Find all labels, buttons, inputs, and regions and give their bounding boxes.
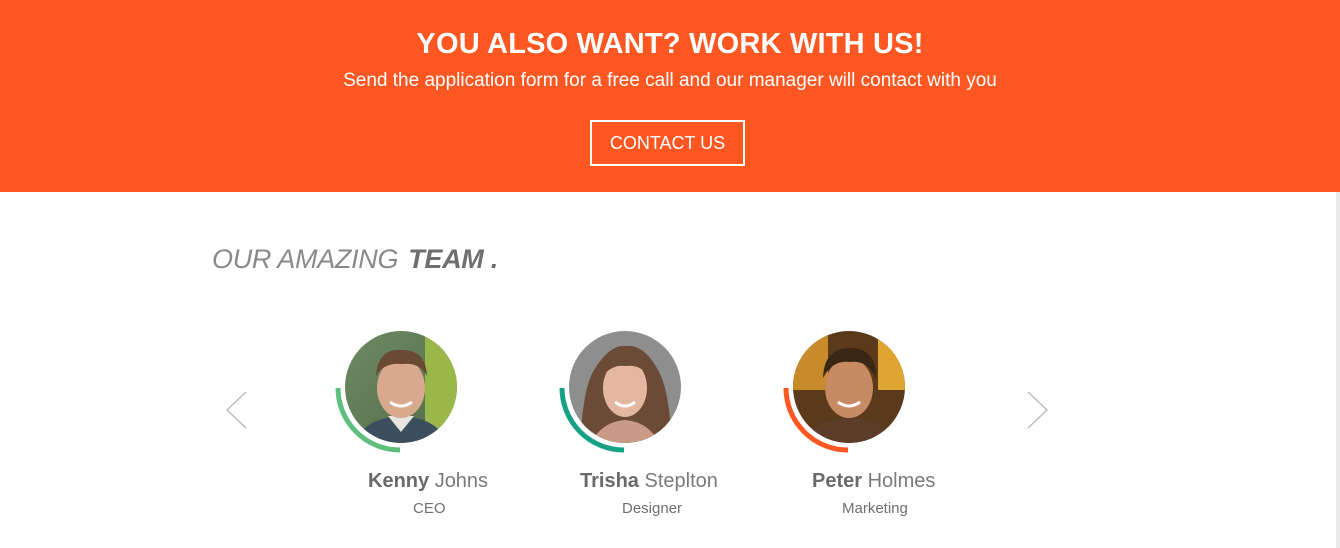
member-first-name: Trisha: [580, 470, 639, 492]
team-member-card: Trisha Steplton Designer: [554, 330, 774, 530]
member-name: Peter Holmes: [812, 470, 1032, 493]
chevron-left-icon: [226, 391, 247, 429]
page-edge: [1336, 192, 1340, 548]
member-last-name: Johns: [434, 470, 489, 492]
member-role: Marketing: [842, 500, 908, 517]
member-first-name: Peter: [812, 470, 863, 492]
banner-title: YOU ALSO WANT? WORK WITH US!: [416, 28, 924, 60]
member-role: CEO: [413, 500, 446, 517]
member-role: Designer: [622, 500, 683, 517]
cta-banner: YOU ALSO WANT? WORK WITH US! Send the ap…: [0, 0, 1340, 192]
team-heading-light: OUR AMAZING: [212, 244, 399, 274]
team-heading-bold: TEAM .: [408, 244, 498, 274]
banner-subtitle: Send the application form for a free cal…: [343, 70, 997, 91]
member-first-name: Kenny: [368, 470, 430, 492]
member-last-name: Holmes: [867, 470, 936, 492]
carousel-prev-button[interactable]: [224, 390, 250, 430]
avatar: [778, 330, 908, 460]
team-heading: OUR AMAZING TEAM .: [212, 244, 498, 275]
chevron-right-icon: [1027, 391, 1048, 429]
carousel-next-button[interactable]: [1024, 390, 1050, 430]
member-last-name: Steplton: [644, 470, 718, 492]
team-member-card: Kenny Johns CEO: [330, 330, 550, 530]
avatar: [554, 330, 684, 460]
contact-us-button[interactable]: CONTACT US: [590, 120, 745, 166]
team-member-card: Peter Holmes Marketing: [778, 330, 998, 530]
avatar: [330, 330, 460, 460]
member-name: Trisha Steplton: [580, 470, 800, 493]
